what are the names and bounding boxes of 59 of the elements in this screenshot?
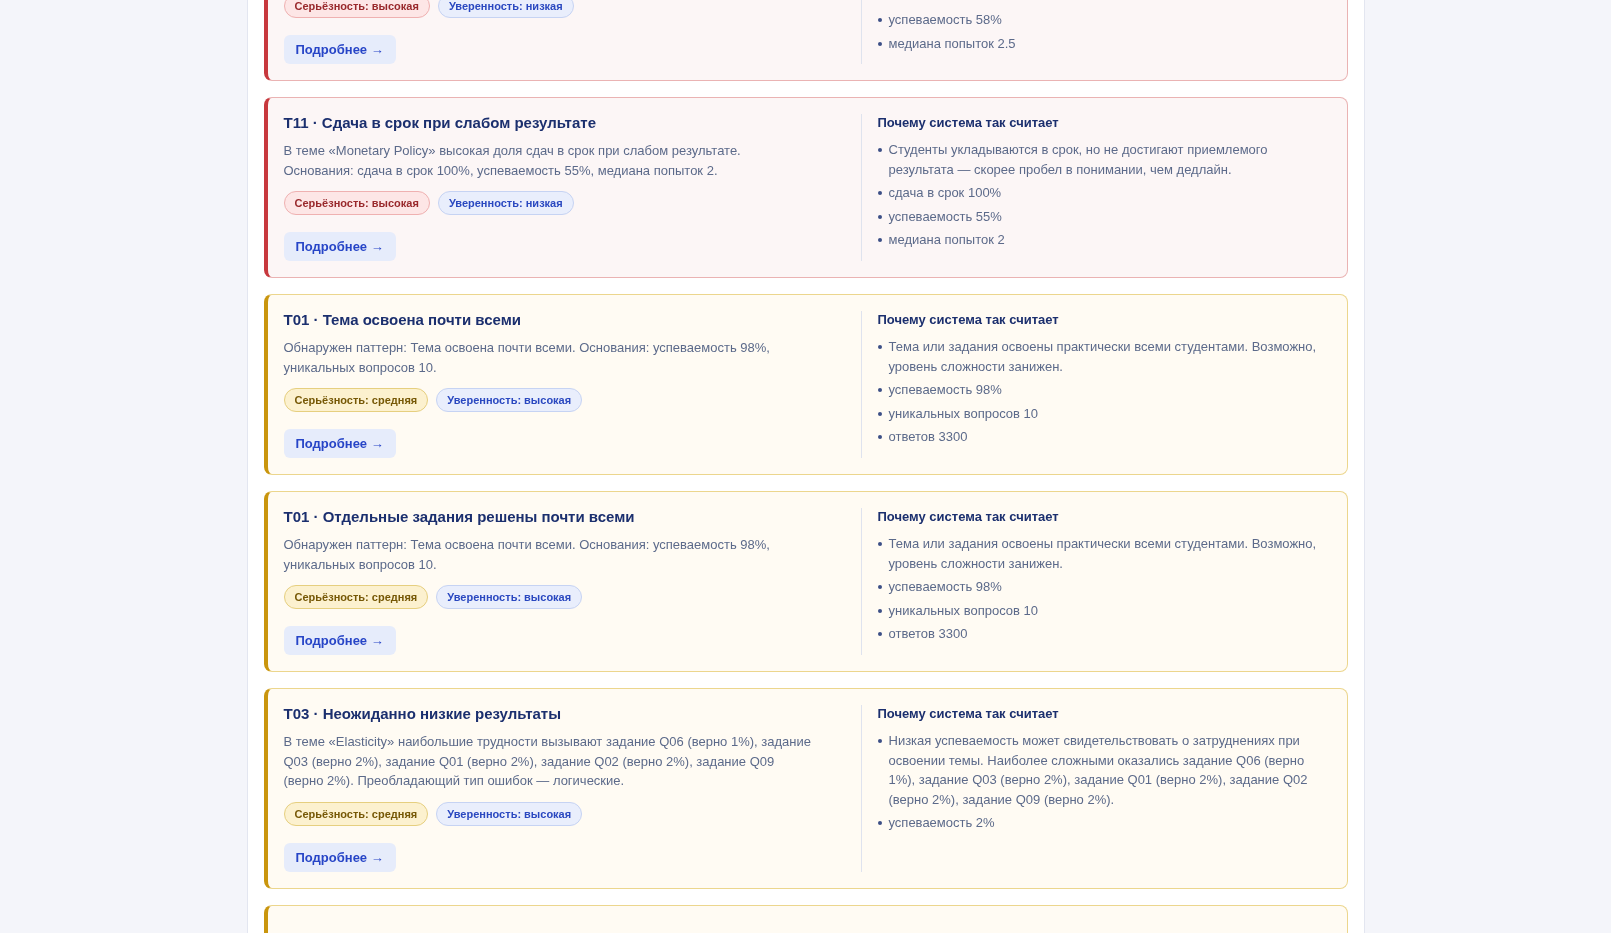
details-button[interactable]: Подробнее → [283, 429, 396, 458]
reasons-title: Почему система так считает [877, 509, 1060, 524]
severity-badge: Серьёзность: высокая [283, 0, 430, 18]
severity-badge: Серьёзность: высокая [283, 191, 430, 215]
reason-text: успеваемость 2% [888, 814, 995, 832]
reason-text: успеваемость 55% [888, 207, 1002, 226]
confidence-badge: Уверенность: высокая [436, 801, 583, 826]
card-description: Обнаружен паттерн: Тема освоена почти всеми. Основания: успеваемость 98%, уникальных вопросов 10. [283, 339, 771, 377]
reason-text: Тема или задания освоены практически всеми студентами. Возможно, уровень сложности занижен. [888, 338, 1318, 376]
card-title: T11 · Сдача в срок при слабом результате [283, 114, 596, 131]
bullet-icon [877, 238, 882, 242]
confidence-badge: Уверенность: высокая [436, 388, 583, 412]
bullet-icon [877, 739, 882, 743]
bullet-icon [877, 214, 882, 219]
reason-text: успеваемость 98% [888, 381, 1002, 399]
reason-text: уникальных вопросов 10 [888, 601, 1038, 620]
confidence-badge: Уверенность: низкая [437, 0, 574, 18]
reason-text: медиана попыток 2.5 [888, 34, 1016, 53]
reason-text: ответов 3300 [888, 428, 968, 446]
reason-text: медиана попыток 2 [888, 231, 1005, 249]
severity-badge: Серьёзность: средняя [283, 585, 429, 609]
details-button[interactable]: Подробнее → [283, 35, 396, 64]
bullet-icon [877, 435, 882, 439]
bullet-icon [877, 585, 882, 589]
bullet-icon [877, 41, 882, 46]
card-title: T01 · Отдельные задания решены почти всеми [283, 508, 635, 525]
bullet-icon [877, 388, 882, 392]
reason-text: Низкая успеваемость может свидетельствовать о затруднениях при освоении темы. Наиболее сложными оказались задание Q06 (верно 1%), задание Q03 (верно 2%), задание Q01 (верно 2%), задание Q02 (верно 2%), задание Q09 (верно 2%). [888, 732, 1309, 809]
severity-badge: Серьёзность: средняя [283, 801, 429, 826]
reason-text: сдача в срок 100% [888, 184, 1002, 202]
reason-text: Студенты укладываются в срок, но не достигают приемлемого результата — скорее пробел в понимании, чем дедлайн. [888, 141, 1269, 179]
card-title: T01 · Тема освоена почти всеми [283, 311, 521, 328]
bullet-icon [877, 191, 882, 195]
reason-text: успеваемость 98% [888, 578, 1002, 596]
card-description: В теме «Monetary Policy» высокая доля сдач в срок при слабом результате. Основания: сдача в срок 100%, успеваемость 55%, медиана попыток 2. [283, 142, 742, 180]
reasons-title: Почему система так считает [877, 115, 1060, 130]
reasons-title: Почему система так считает [877, 706, 1060, 721]
bullet-icon [877, 542, 882, 546]
reason-text: ответов 3300 [888, 625, 968, 643]
details-button[interactable]: Подробнее → [283, 232, 396, 261]
reasons-title: Почему система так считает [877, 312, 1060, 327]
card-title: T03 · Неожиданно низкие результаты [283, 705, 561, 722]
details-button[interactable]: Подробнее → [283, 626, 396, 655]
confidence-badge: Уверенность: низкая [437, 191, 574, 215]
reason-text: уникальных вопросов 10 [888, 404, 1038, 423]
bullet-icon [877, 821, 882, 825]
confidence-badge: Уверенность: высокая [436, 585, 583, 609]
severity-badge: Серьёзность: средняя [283, 388, 429, 412]
card-description: В теме «Elasticity» наибольшие трудности вызывают задание Q06 (верно 1%), задание Q03 (верно 2%), задание Q01 (верно 2%), задание Q02 (верно 2%), задание Q09 (верно 2%). Преобладающий тип ошибок — логические. [283, 733, 812, 790]
reason-text: успеваемость 58% [888, 11, 1002, 29]
reason-text: Тема или задания освоены практически всеми студентами. Возможно, уровень сложности занижен. [888, 535, 1318, 573]
bullet-icon [877, 148, 882, 152]
bullet-icon [877, 345, 882, 349]
bullet-icon [877, 18, 882, 22]
bullet-icon [877, 411, 882, 416]
card-description: Обнаружен паттерн: Тема освоена почти всеми. Основания: успеваемость 98%, уникальных вопросов 10. [283, 536, 771, 574]
details-button[interactable]: Подробнее → [283, 842, 396, 872]
bullet-icon [877, 608, 882, 613]
bullet-icon [877, 632, 882, 636]
